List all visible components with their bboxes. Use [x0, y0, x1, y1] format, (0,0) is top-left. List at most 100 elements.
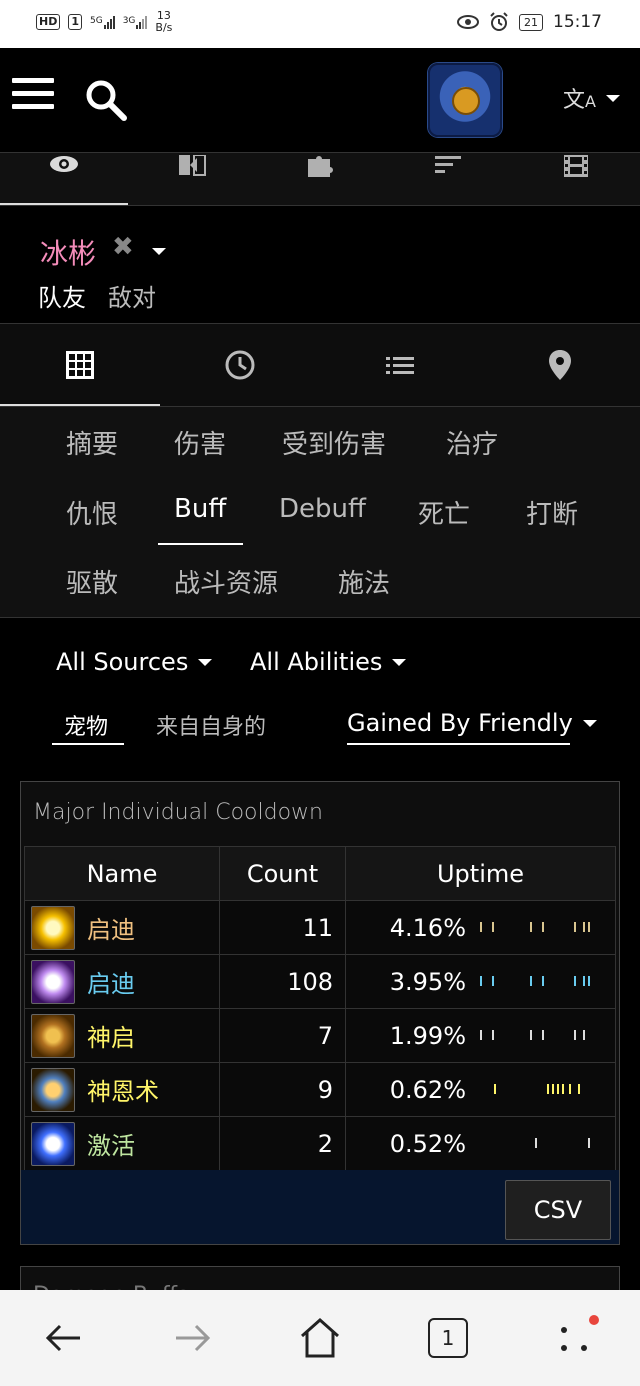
tab-map-view[interactable] [480, 324, 640, 406]
tab-rankings[interactable] [384, 153, 512, 205]
cell-name[interactable]: 激活 [24, 1116, 220, 1171]
cell-name[interactable]: 神启 [24, 1008, 220, 1063]
category-damage[interactable]: 伤害 [174, 424, 226, 461]
table-icon [66, 351, 94, 379]
cell-uptime: 0.52% [345, 1116, 616, 1171]
uptime-tick [480, 1029, 482, 1040]
uptime-timeline [480, 1137, 610, 1152]
sim-slot: 1 [68, 14, 82, 30]
header-count[interactable]: Count [219, 846, 346, 901]
location-icon [549, 350, 571, 380]
cell-uptime: 1.99% [345, 1008, 616, 1063]
forward-arrow-icon[interactable] [168, 1314, 216, 1362]
close-icon[interactable]: ✖ [112, 232, 134, 262]
ability-name[interactable]: 启迪 [87, 910, 135, 945]
ability-icon [31, 1121, 75, 1166]
header-uptime[interactable]: Uptime [345, 846, 616, 901]
tab-timeline-view[interactable] [160, 324, 320, 406]
category-dispels[interactable]: 驱散 [66, 563, 118, 600]
category-resources[interactable]: 战斗资源 [174, 563, 278, 600]
category-threat[interactable]: 仇恨 [66, 494, 118, 531]
cell-count: 9 [219, 1062, 346, 1117]
uptime-tick [530, 975, 533, 986]
cell-count: 11 [219, 900, 346, 955]
cell-name[interactable]: 神恩术 [24, 1062, 220, 1117]
uptime-tick [530, 921, 533, 932]
abilities-dropdown[interactable]: All Abilities [250, 648, 407, 676]
alliance-logo[interactable] [428, 63, 502, 137]
ability-name[interactable]: 启迪 [87, 964, 135, 999]
abilities-label: All Abilities [250, 648, 383, 676]
translate-icon: 文A [563, 88, 596, 113]
language-selector[interactable]: 文A [563, 82, 620, 114]
table-row[interactable]: 神恩术 9 0.62% [24, 1062, 616, 1117]
browser-nav-bar: 1 [0, 1290, 640, 1386]
cell-name[interactable]: 启迪 [24, 900, 220, 955]
menu-icon[interactable] [12, 78, 54, 114]
uptime-tick [583, 921, 586, 932]
tab-replay[interactable] [512, 153, 640, 205]
side-enemy[interactable]: 敌对 [108, 278, 156, 313]
table-row[interactable]: 启迪 11 4.16% [24, 900, 616, 955]
chevron-down-icon [582, 719, 597, 727]
uptime-tick [547, 1083, 550, 1094]
signal-bars-icon [103, 15, 115, 29]
back-arrow-icon[interactable] [40, 1314, 88, 1362]
uptime-tick [573, 921, 576, 932]
status-bar: HD 1 5G 3G 13 B/s 21 15:17 [0, 0, 640, 48]
table-row[interactable]: 启迪 108 3.95% [24, 954, 616, 1009]
gained-by-label: Gained By Friendly [347, 709, 573, 737]
gained-by-underline [347, 743, 570, 745]
search-icon[interactable] [84, 78, 128, 122]
more-dots-icon[interactable] [552, 1314, 600, 1362]
category-interrupts[interactable]: 打断 [526, 494, 578, 531]
uptime-tick [535, 1137, 538, 1148]
cell-count: 108 [219, 954, 346, 1009]
tab-table-view[interactable] [0, 324, 160, 406]
header-name[interactable]: Name [24, 846, 220, 901]
category-damage-taken[interactable]: 受到伤害 [282, 424, 386, 461]
category-deaths[interactable]: 死亡 [418, 494, 470, 531]
category-buffs[interactable]: Buff [174, 494, 226, 524]
chevron-down-icon[interactable] [152, 248, 166, 255]
uptime-tick [556, 1083, 559, 1094]
uptime-tick [583, 1029, 586, 1040]
cell-uptime: 0.62% [345, 1062, 616, 1117]
cell-count: 2 [219, 1116, 346, 1171]
table-row[interactable]: 激活 2 0.52% [24, 1116, 616, 1171]
tab-addons[interactable] [256, 153, 384, 205]
cell-name[interactable]: 启迪 [24, 954, 220, 1009]
uptime-tick [573, 975, 576, 986]
sources-label: All Sources [56, 648, 189, 676]
uptime-timeline [480, 1029, 610, 1044]
ability-name[interactable]: 激活 [87, 1126, 135, 1161]
player-name[interactable]: 冰彬 [40, 232, 96, 272]
signal-5g-label: 5G [90, 15, 103, 26]
sources-dropdown[interactable]: All Sources [56, 648, 213, 676]
filter-pets[interactable]: 宠物 [64, 709, 108, 741]
tab-overview[interactable] [0, 153, 128, 205]
category-healing[interactable]: 治疗 [446, 424, 498, 461]
active-category-underline [158, 543, 243, 545]
lion-emblem-icon [452, 87, 480, 115]
category-casts[interactable]: 施法 [338, 563, 390, 600]
csv-button[interactable]: CSV [505, 1180, 611, 1240]
uptime-tick [494, 1083, 497, 1094]
signal-5g-icon: 5G [90, 15, 115, 29]
ability-name[interactable]: 神启 [87, 1018, 135, 1053]
category-debuffs[interactable]: Debuff [279, 494, 366, 524]
uptime-timeline [480, 1083, 610, 1098]
home-icon[interactable] [296, 1314, 344, 1362]
table-row[interactable]: 神启 7 1.99% [24, 1008, 616, 1063]
gained-by-dropdown[interactable]: Gained By Friendly [347, 709, 597, 737]
filter-self[interactable]: 来自自身的 [156, 709, 266, 741]
side-ally[interactable]: 队友 [38, 278, 86, 313]
category-summary[interactable]: 摘要 [66, 424, 118, 461]
tab-compare[interactable] [128, 153, 256, 205]
uptime-value: 3.95% [389, 967, 466, 996]
tab-events-view[interactable] [320, 324, 480, 406]
status-right: 21 15:17 [457, 12, 602, 32]
eye-icon [50, 156, 78, 172]
tab-count-button[interactable]: 1 [428, 1318, 468, 1358]
ability-name[interactable]: 神恩术 [87, 1072, 159, 1107]
